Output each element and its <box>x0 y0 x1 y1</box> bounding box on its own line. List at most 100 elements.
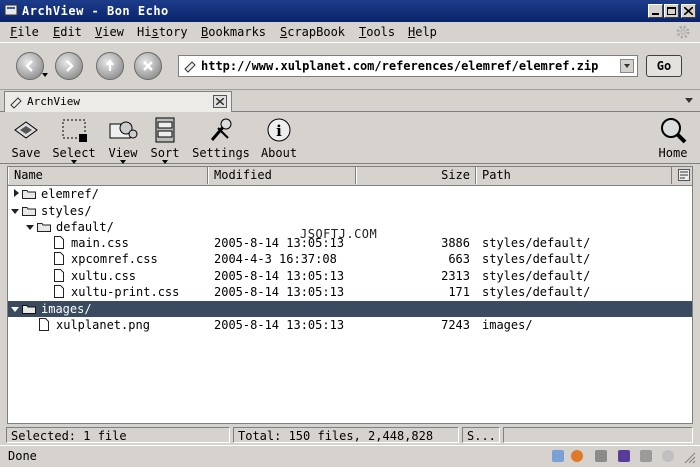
archview-toolbar: Save Select View Sort Settings i About H… <box>0 112 700 164</box>
selected-status: Selected: 1 file <box>6 427 230 443</box>
menu-view[interactable]: View <box>95 25 124 39</box>
menu-tools[interactable]: Tools <box>359 25 395 39</box>
status-icon-6[interactable] <box>662 450 674 462</box>
save-icon <box>14 121 38 139</box>
total-status: Total: 150 files, 2,448,828 <box>233 427 459 443</box>
status-icon-1[interactable] <box>552 450 564 462</box>
minimize-button[interactable] <box>648 4 663 18</box>
file-icon <box>54 269 64 282</box>
modified-cell: 2005-8-14 13:05:13 <box>214 285 345 299</box>
size-cell: 2313 <box>441 269 470 283</box>
twisty-expanded-icon[interactable] <box>11 209 19 214</box>
column-picker-icon[interactable] <box>678 169 690 181</box>
minimize-icon <box>652 13 659 15</box>
size-cell: 171 <box>448 285 470 299</box>
tab-page-icon <box>10 97 22 109</box>
navigation-toolbar: http://www.xulplanet.com/references/elem… <box>0 42 700 90</box>
menu-history[interactable]: History <box>137 25 188 39</box>
tree-row[interactable]: xpcomref.css 2004-4-3 16:37:08 663 style… <box>8 251 692 267</box>
tree-row[interactable]: styles/ <box>8 203 692 219</box>
name-cell: elemref/ <box>41 187 99 201</box>
status-text: Done <box>8 449 37 463</box>
name-cell: xulplanet.png <box>56 318 150 332</box>
column-header-name[interactable]: Name <box>8 167 208 184</box>
column-header-path[interactable]: Path <box>476 167 672 184</box>
name-cell: xultu.css <box>71 269 137 283</box>
path-cell: styles/default/ <box>482 252 591 266</box>
settings-button[interactable]: Settings <box>190 116 252 160</box>
tab-archview[interactable]: ArchView <box>4 91 232 112</box>
maximize-button[interactable] <box>664 4 679 18</box>
forward-arrow-icon <box>66 60 74 72</box>
tab-label: ArchView <box>27 95 80 108</box>
tree-row[interactable]: xultu-print.css 2005-8-14 13:05:13 171 s… <box>8 284 692 300</box>
app-icon <box>4 4 18 16</box>
select-button[interactable]: Select <box>51 116 97 164</box>
tab-close-button[interactable] <box>213 95 227 108</box>
path-cell: styles/default/ <box>482 236 591 250</box>
tree-row-selected[interactable]: images/ <box>8 301 692 317</box>
status-icon-5[interactable] <box>640 450 652 462</box>
menu-help[interactable]: Help <box>408 25 437 39</box>
browser-status-bar: Done <box>0 445 700 467</box>
url-dropdown-button[interactable] <box>620 59 634 73</box>
column-header-size[interactable]: Size <box>356 167 476 184</box>
overlay-watermark-text: JSOFTJ.COM <box>300 227 378 241</box>
title-bar[interactable]: ArchView - Bon Echo <box>0 0 700 22</box>
reload-icon <box>106 59 114 71</box>
path-cell: images/ <box>482 318 533 332</box>
tab-list-button[interactable] <box>682 93 696 107</box>
go-button[interactable]: Go <box>646 55 682 77</box>
view-button[interactable]: View <box>106 116 140 164</box>
menu-scrapbook[interactable]: ScrapBook <box>280 25 345 39</box>
status-icon-4[interactable] <box>618 450 630 462</box>
menu-bookmarks[interactable]: Bookmarks <box>201 25 266 39</box>
short-status: S... <box>462 427 500 443</box>
throbber-gear-icon <box>676 25 690 39</box>
name-cell: images/ <box>41 302 92 316</box>
folder-icon <box>22 207 36 216</box>
svg-text:i: i <box>276 122 282 140</box>
twisty-expanded-icon[interactable] <box>26 225 34 230</box>
status-icon-3[interactable] <box>595 450 607 462</box>
close-icon <box>216 98 224 105</box>
home-magnifier-icon <box>661 118 687 144</box>
file-icon <box>54 236 64 249</box>
file-icon <box>54 285 64 298</box>
tree-row[interactable]: elemref/ <box>8 186 692 202</box>
back-button[interactable] <box>16 52 44 80</box>
menu-edit[interactable]: Edit <box>53 25 82 39</box>
archive-tree[interactable]: Name Modified Size Path elemref/ styles/… <box>7 166 693 424</box>
name-cell: default/ <box>56 220 114 234</box>
name-cell: main.css <box>71 236 129 250</box>
tree-header: Name Modified Size Path <box>8 167 692 186</box>
tree-row[interactable]: xulplanet.png 2005-8-14 13:05:13 7243 im… <box>8 317 692 333</box>
menu-file[interactable]: File <box>10 25 39 39</box>
sort-button[interactable]: Sort <box>148 116 182 164</box>
forward-button[interactable] <box>55 52 83 80</box>
stop-button[interactable] <box>134 52 162 80</box>
twisty-expanded-icon[interactable] <box>11 307 19 312</box>
info-icon: i <box>267 118 291 142</box>
chevron-down-icon <box>624 64 630 68</box>
sort-icon <box>155 117 175 143</box>
home-button[interactable]: Home <box>656 116 690 160</box>
back-dropdown-icon[interactable] <box>42 73 48 77</box>
url-bar[interactable]: http://www.xulplanet.com/references/elem… <box>178 55 638 77</box>
reload-button[interactable] <box>96 52 124 80</box>
column-header-modified[interactable]: Modified <box>208 167 356 184</box>
tree-row[interactable]: xultu.css 2005-8-14 13:05:13 2313 styles… <box>8 268 692 284</box>
settings-wrench-icon <box>210 118 232 141</box>
close-window-button[interactable] <box>681 4 696 18</box>
name-cell: xpcomref.css <box>71 252 158 266</box>
firefox-icon[interactable] <box>571 450 583 462</box>
file-icon <box>54 252 64 265</box>
save-button[interactable]: Save <box>9 116 43 160</box>
stop-icon <box>143 61 153 71</box>
modified-cell: 2005-8-14 13:05:13 <box>214 318 345 332</box>
archive-status-bar: Selected: 1 file Total: 150 files, 2,448… <box>0 426 700 444</box>
view-icon <box>109 121 138 139</box>
about-button[interactable]: i About <box>259 116 299 160</box>
twisty-collapsed-icon[interactable] <box>14 189 19 197</box>
resize-grip-icon[interactable] <box>684 452 696 464</box>
